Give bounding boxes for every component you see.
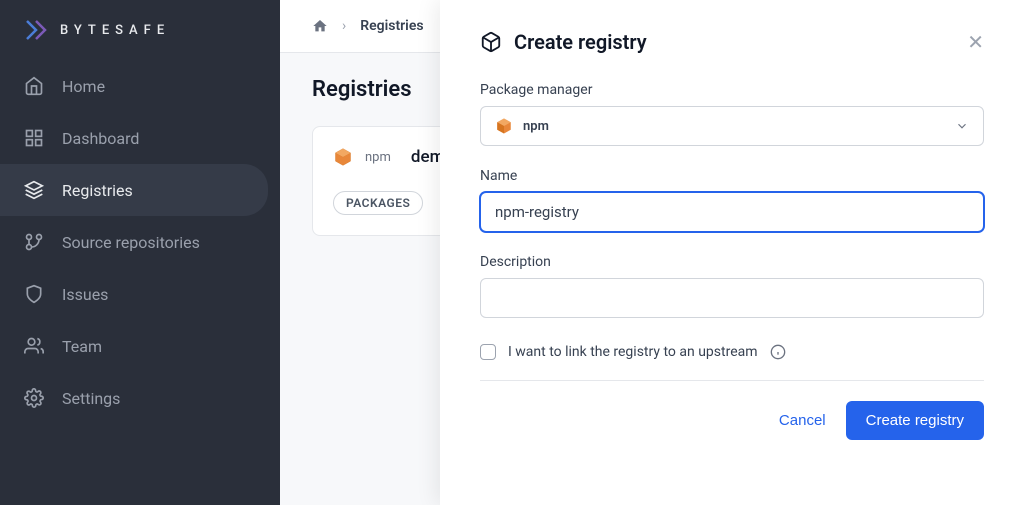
npm-cube-icon xyxy=(495,117,513,135)
cancel-button[interactable]: Cancel xyxy=(779,412,826,429)
create-registry-modal: Create registry ✕ Package manager npm xyxy=(440,0,1024,505)
info-icon[interactable] xyxy=(770,344,786,360)
package-manager-label: Package manager xyxy=(480,82,984,98)
package-manager-select[interactable]: npm xyxy=(480,106,984,146)
close-button[interactable]: ✕ xyxy=(967,32,984,52)
description-label: Description xyxy=(480,254,984,270)
name-input[interactable] xyxy=(480,192,984,232)
modal-overlay: Create registry ✕ Package manager npm xyxy=(0,0,1024,505)
chevron-down-icon xyxy=(955,119,969,133)
description-input[interactable] xyxy=(480,278,984,318)
cube-icon xyxy=(480,31,502,53)
upstream-label: I want to link the registry to an upstre… xyxy=(508,344,758,360)
modal-footer: Cancel Create registry xyxy=(480,401,984,440)
upstream-checkbox[interactable] xyxy=(480,344,496,360)
name-field: Name xyxy=(480,168,984,232)
package-manager-value: npm xyxy=(523,119,549,134)
upstream-checkbox-row: I want to link the registry to an upstre… xyxy=(480,344,984,360)
modal-header: Create registry ✕ xyxy=(480,30,984,54)
modal-divider xyxy=(480,380,984,381)
package-manager-field: Package manager npm xyxy=(480,82,984,146)
name-label: Name xyxy=(480,168,984,184)
create-registry-button[interactable]: Create registry xyxy=(846,401,984,440)
description-field: Description xyxy=(480,254,984,318)
modal-title: Create registry xyxy=(514,30,647,54)
